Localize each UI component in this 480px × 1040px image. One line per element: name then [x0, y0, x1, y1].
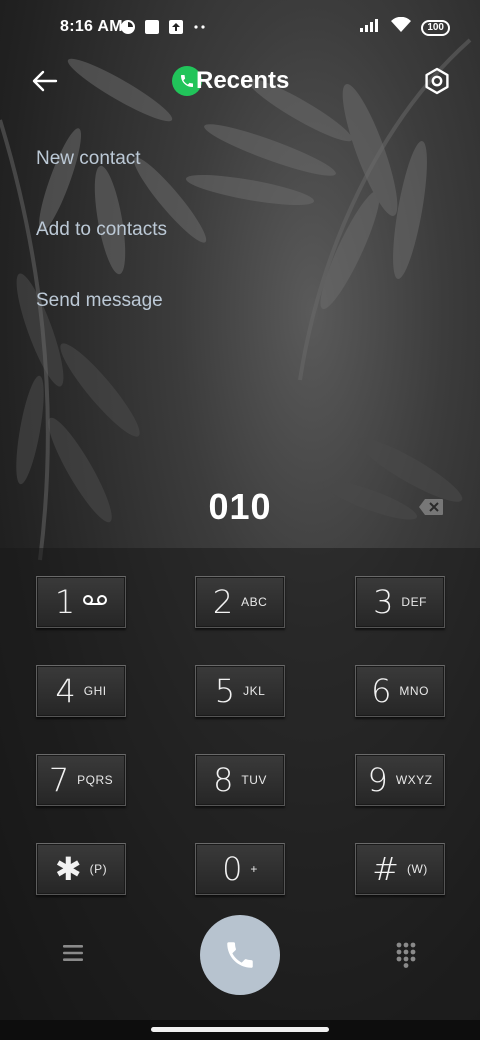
status-icons-left [120, 19, 208, 40]
key-star[interactable]: ✱ (P) [36, 843, 126, 895]
call-button[interactable] [200, 915, 280, 995]
more-dots-icon [192, 19, 208, 40]
status-icons-right: 100 [359, 16, 450, 38]
key-2[interactable]: 2 ABC [195, 576, 285, 628]
battery-icon: 100 [421, 19, 450, 36]
menu-add-to-contacts[interactable]: Add to contacts [36, 219, 167, 241]
key-1[interactable]: 1 [36, 576, 126, 628]
menu-send-message[interactable]: Send message [36, 290, 163, 312]
key-7[interactable]: 7 PQRS [36, 754, 126, 806]
key-0[interactable]: 0 + [195, 843, 285, 895]
key-3[interactable]: 3 DEF [355, 576, 445, 628]
delete-button[interactable] [418, 498, 444, 516]
dialpad-toggle-button[interactable] [396, 942, 416, 968]
key-9[interactable]: 9 WXYZ [355, 754, 445, 806]
signal-icon [359, 17, 381, 38]
page-title: Recents [196, 67, 290, 94]
status-time: 8:16 AM [60, 18, 123, 35]
arrow-left-icon [32, 70, 58, 92]
backspace-icon [419, 499, 443, 515]
key-6[interactable]: 6 MNO [355, 665, 445, 717]
settings-hexagon-icon [425, 67, 449, 95]
key-5[interactable]: 5 JKL [195, 665, 285, 717]
header-title-area: Recents [172, 64, 289, 98]
key-8[interactable]: 8 TUV [195, 754, 285, 806]
phone-icon [227, 942, 253, 968]
menu-new-contact[interactable]: New contact [36, 148, 141, 170]
dialed-number: 010 [208, 486, 272, 527]
upload-icon [168, 19, 184, 40]
status-bar: 8:16 AM 100 [0, 0, 480, 56]
settings-button[interactable] [422, 66, 452, 96]
menu-button[interactable] [62, 943, 84, 963]
notification-app-icon [120, 19, 136, 40]
square-icon [144, 19, 160, 40]
home-indicator[interactable] [151, 1027, 329, 1032]
dialpad-icon [396, 942, 416, 968]
hamburger-menu-icon [63, 945, 83, 961]
key-4[interactable]: 4 GHI [36, 665, 126, 717]
key-hash[interactable]: # (W) [355, 843, 445, 895]
voicemail-icon [83, 593, 108, 611]
back-button[interactable] [30, 66, 62, 96]
wifi-icon [391, 16, 412, 38]
